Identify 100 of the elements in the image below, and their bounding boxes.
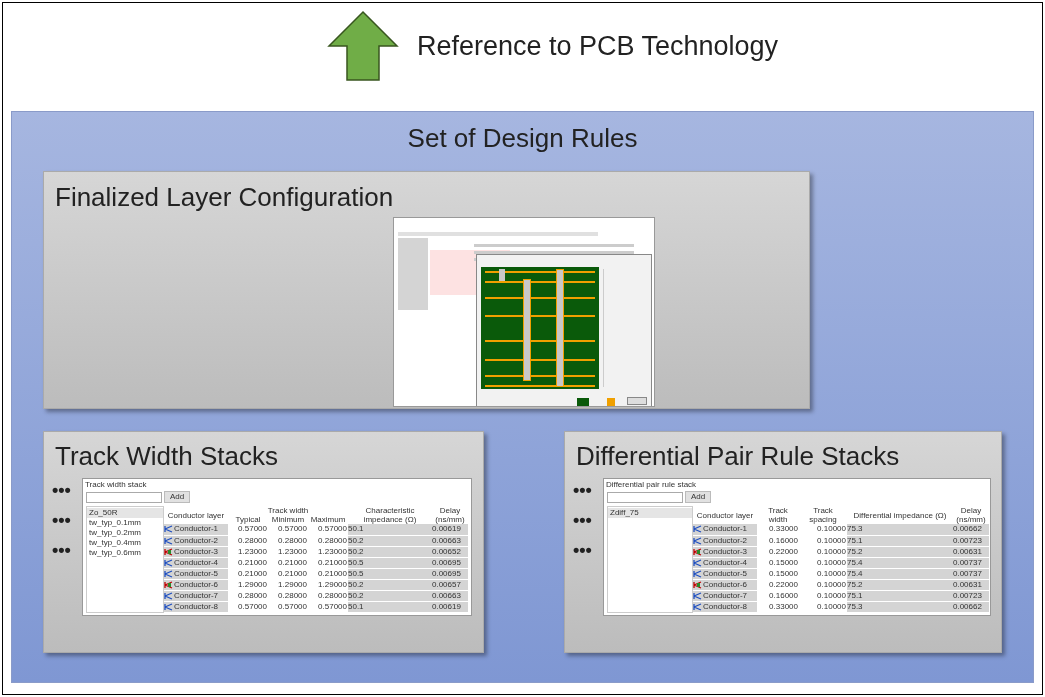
search-field[interactable] xyxy=(86,491,162,503)
add-button[interactable]: Add xyxy=(164,491,191,503)
table-cell: 0.28000 xyxy=(238,590,267,600)
up-arrow-icon xyxy=(326,10,399,82)
column-header: Conductor layer xyxy=(167,510,225,520)
table-cell: 75.3 xyxy=(847,524,863,534)
ellipsis: ••• xyxy=(52,510,72,530)
ellipsis: ••• xyxy=(573,510,593,530)
column-header: Delay (ns/mm) xyxy=(956,506,986,524)
column-header: Track width xyxy=(267,506,309,515)
column-header: Minimum xyxy=(271,515,305,524)
table-cell: 0.00737 xyxy=(953,568,982,578)
signal-layer-icon xyxy=(693,525,702,534)
list-item[interactable]: tw_typ_0.2mm xyxy=(87,528,163,538)
table-cell: 0.00631 xyxy=(953,546,982,556)
table-cell: 75.4 xyxy=(847,557,863,567)
add-button[interactable]: Add xyxy=(685,491,712,503)
signal-layer-icon xyxy=(693,602,702,611)
table-cell: 0.16000 xyxy=(769,590,798,600)
column-header: Typical xyxy=(235,515,261,524)
layer-name: Conductor-6 xyxy=(703,579,748,590)
stack-list[interactable]: Zo_50R tw_typ_0.1mm tw_typ_0.2mm tw_typ_0.4mm tw_typ_0.6mm xyxy=(86,506,164,613)
signal-layer-icon xyxy=(164,536,173,545)
table-cell: 0.16000 xyxy=(769,535,798,545)
layer-name: Conductor-3 xyxy=(703,546,748,557)
table-cell: 50.2 xyxy=(348,590,364,600)
signal-layer-icon xyxy=(693,569,702,578)
table-cell: 0.00663 xyxy=(432,590,461,600)
table-cell: 0.10000 xyxy=(817,535,846,545)
list-item[interactable]: tw_typ_0.6mm xyxy=(87,548,163,558)
table-cell: 0.00737 xyxy=(953,557,982,567)
layer-name: Conductor-2 xyxy=(703,535,748,546)
table-cell: 0.00723 xyxy=(953,590,982,600)
table-cell: 0.21000 xyxy=(278,557,307,567)
table-cell: 0.57000 xyxy=(318,524,347,534)
table-cell: 50.2 xyxy=(348,546,364,556)
table-cell: 75.4 xyxy=(847,568,863,578)
column-header: Delay (ns/mm) xyxy=(435,506,465,524)
layer-name: Conductor-2 xyxy=(174,535,219,546)
plane-layer-icon xyxy=(164,547,173,556)
ellipsis: ••• xyxy=(573,540,593,560)
table-cell: 0.00619 xyxy=(432,524,461,534)
plane-layer-icon xyxy=(693,547,702,556)
table-cell: 0.33000 xyxy=(769,601,798,611)
layer-name: Conductor-5 xyxy=(703,568,748,579)
table-cell: 0.00657 xyxy=(432,579,461,589)
card-title: Differential Pair Rule Stacks xyxy=(576,440,901,473)
table-cell: 50.5 xyxy=(348,557,364,567)
table-cell: 50.1 xyxy=(348,524,364,534)
list-item[interactable]: tw_typ_0.4mm xyxy=(87,538,163,548)
table-cell: 1.23000 xyxy=(278,546,307,556)
table-cell: 75.2 xyxy=(847,579,863,589)
table-cell: 50.2 xyxy=(348,579,364,589)
table-cell: 0.33000 xyxy=(769,524,798,534)
table-cell: 0.00619 xyxy=(432,601,461,611)
table-cell: 1.29000 xyxy=(318,579,347,589)
list-item[interactable]: Zdiff_75 xyxy=(608,508,692,518)
table-cell: 50.2 xyxy=(348,535,364,545)
table-cell: 0.10000 xyxy=(817,524,846,534)
table-cell: 1.23000 xyxy=(238,546,267,556)
plane-layer-icon xyxy=(164,580,173,589)
table-cell: 0.28000 xyxy=(318,535,347,545)
table-cell: 0.00662 xyxy=(953,601,982,611)
signal-layer-icon xyxy=(693,536,702,545)
panel-title: Set of Design Rules xyxy=(406,122,639,155)
table-cell: 0.10000 xyxy=(817,601,846,611)
table-cell: 0.15000 xyxy=(769,568,798,578)
table-cell: 0.00652 xyxy=(432,546,461,556)
list-item[interactable]: tw_typ_0.1mm xyxy=(87,518,163,528)
table-cell: 0.28000 xyxy=(278,535,307,545)
table-cell: 0.00663 xyxy=(432,535,461,545)
list-item[interactable]: Zo_50R xyxy=(87,508,163,518)
table-cell: 75.2 xyxy=(847,546,863,556)
layer-name: Conductor-5 xyxy=(174,568,219,579)
search-field[interactable] xyxy=(607,491,683,503)
layer-name: Conductor-1 xyxy=(703,524,748,535)
table-cell: 0.00662 xyxy=(953,524,982,534)
table-cell: 75.3 xyxy=(847,601,863,611)
column-header: Characteristic impedance (Ω) xyxy=(363,506,417,524)
table-cell: 50.1 xyxy=(348,601,364,611)
table-cell: 0.00695 xyxy=(432,568,461,578)
table-cell: 0.57000 xyxy=(278,524,307,534)
ellipsis: ••• xyxy=(573,480,593,500)
layer-name: Conductor-1 xyxy=(174,524,219,535)
table-cell: 0.57000 xyxy=(238,601,267,611)
table-cell: 0.21000 xyxy=(238,557,267,567)
layer-name: Conductor-6 xyxy=(174,579,219,590)
stack-list[interactable]: Zdiff_75 xyxy=(607,506,693,613)
window-title: Track width stack xyxy=(84,479,148,490)
signal-layer-icon xyxy=(693,558,702,567)
table-cell: 0.28000 xyxy=(278,590,307,600)
ellipsis: ••• xyxy=(52,540,72,560)
card-title: Track Width Stacks xyxy=(55,440,279,473)
table-cell: 0.10000 xyxy=(817,546,846,556)
table-cell: 0.21000 xyxy=(318,568,347,578)
table-cell: 0.10000 xyxy=(817,579,846,589)
signal-layer-icon xyxy=(164,525,173,534)
table-cell: 0.00695 xyxy=(432,557,461,567)
column-header: Track width xyxy=(768,506,788,524)
signal-layer-icon xyxy=(164,602,173,611)
